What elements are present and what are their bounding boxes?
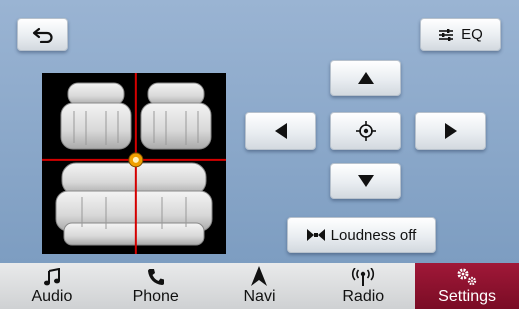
front-left-seat <box>60 82 132 150</box>
balance-fader-panel[interactable] <box>42 73 226 254</box>
nav-settings-label: Settings <box>438 288 496 305</box>
back-arrow-icon <box>32 27 53 43</box>
front-right-seat <box>140 82 212 150</box>
eq-button[interactable]: EQ <box>420 18 501 51</box>
triangle-down-icon <box>357 175 374 187</box>
navigation-arrow-icon <box>251 266 268 286</box>
eq-label: EQ <box>461 26 483 43</box>
back-button[interactable] <box>17 18 68 51</box>
loudness-button[interactable]: Loudness off <box>287 217 436 253</box>
nav-settings[interactable]: Settings <box>415 263 519 309</box>
balance-position-marker[interactable] <box>128 152 144 168</box>
triangle-left-icon <box>274 123 287 139</box>
seat-map <box>42 73 226 254</box>
audio-balance-screen: EQ Loudness off <box>0 0 519 263</box>
nav-radio[interactable]: Radio <box>311 263 415 309</box>
nav-audio[interactable]: Audio <box>0 263 104 309</box>
nav-phone-label: Phone <box>132 288 179 305</box>
nav-navi-label: Navi <box>243 288 276 305</box>
nav-radio-label: Radio <box>342 288 385 305</box>
radio-waves-icon <box>352 268 375 286</box>
triangle-right-icon <box>444 123 457 139</box>
fade-front-button[interactable] <box>330 60 401 96</box>
music-note-icon <box>43 268 60 286</box>
loudness-label: Loudness off <box>330 226 417 244</box>
nav-phone[interactable]: Phone <box>104 263 208 309</box>
nav-audio-label: Audio <box>31 288 73 305</box>
phone-icon <box>147 269 164 285</box>
nav-navi[interactable]: Navi <box>208 263 312 309</box>
bowtie-icon <box>306 229 325 241</box>
balance-right-button[interactable] <box>415 112 486 150</box>
balance-left-button[interactable] <box>245 112 316 150</box>
fade-rear-button[interactable] <box>330 163 401 199</box>
bottom-nav-bar: Audio Phone Navi Radio Settings <box>0 263 519 309</box>
sliders-icon <box>439 28 454 41</box>
center-target-icon <box>355 121 376 141</box>
center-balance-button[interactable] <box>330 112 401 150</box>
triangle-up-icon <box>357 72 374 84</box>
rear-bench-seat <box>55 162 213 246</box>
gears-icon <box>457 268 477 286</box>
